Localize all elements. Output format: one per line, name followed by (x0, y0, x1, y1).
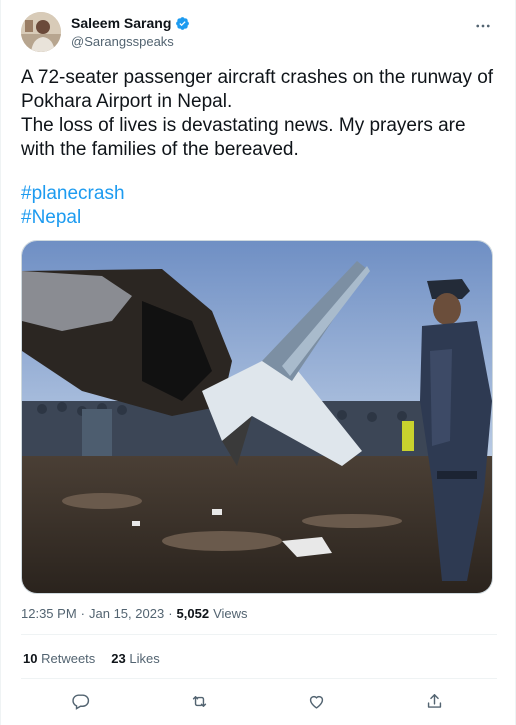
display-name-row: Saleem Sarang (71, 15, 190, 31)
tweet-date[interactable]: Jan 15, 2023 (89, 606, 164, 621)
meta-separator: · (80, 606, 85, 621)
tweet-photo[interactable] (21, 240, 493, 594)
divider (21, 634, 497, 635)
hashtag-link[interactable]: #Nepal (21, 206, 125, 230)
meta-separator: · (168, 606, 173, 621)
tweet-meta: 12:35 PM · Jan 15, 2023 · 5,052 Views (21, 606, 248, 621)
reply-icon[interactable] (67, 688, 93, 714)
verified-badge-icon (175, 16, 190, 31)
more-horizontal-icon[interactable] (471, 14, 495, 38)
likes-label: Likes (129, 651, 160, 666)
retweets-count: 10 (23, 651, 38, 666)
display-name[interactable]: Saleem Sarang (71, 15, 171, 31)
tweet-text: A 72-seater passenger aircraft crashes o… (21, 66, 497, 162)
likes-count: 23 (111, 651, 126, 666)
tweet-text-line: A 72-seater passenger aircraft crashes o… (21, 67, 494, 112)
action-bar (21, 688, 497, 714)
handle[interactable]: @Sarangsspeaks (71, 34, 190, 49)
heart-icon[interactable] (303, 688, 329, 714)
views-label: Views (213, 606, 248, 621)
avatar[interactable] (21, 12, 61, 52)
share-icon[interactable] (421, 688, 447, 714)
tweet-time[interactable]: 12:35 PM (21, 606, 77, 621)
author-names: Saleem Sarang @Sarangsspeaks (71, 15, 190, 49)
plane-crash-photo (22, 241, 492, 593)
tweet-card: Saleem Sarang @Sarangsspeaks A 72-seater… (0, 0, 516, 725)
tweet-text-line: The loss of lives is devastating news. M… (21, 115, 466, 160)
retweets-label: Retweets (41, 651, 96, 666)
views-count: 5,052 (176, 606, 210, 621)
likes-stat[interactable]: 23 Likes (111, 651, 159, 666)
retweet-icon[interactable] (186, 688, 212, 714)
tweet-header: Saleem Sarang @Sarangsspeaks (21, 12, 501, 56)
retweets-stat[interactable]: 10 Retweets (23, 651, 95, 666)
hashtags: #planecrash #Nepal (21, 182, 125, 230)
tweet-stats: 10 Retweets 23 Likes (23, 651, 160, 666)
hashtag-link[interactable]: #planecrash (21, 182, 125, 206)
divider (21, 678, 497, 679)
